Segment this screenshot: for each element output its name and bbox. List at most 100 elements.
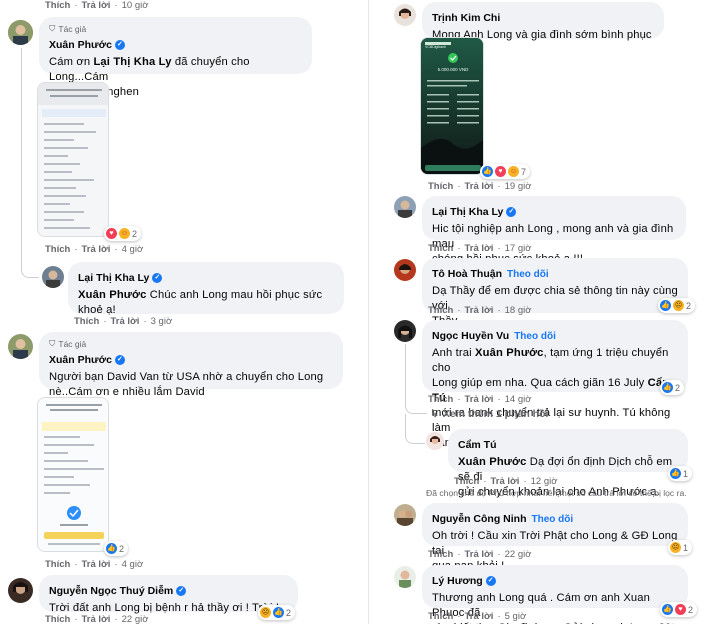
author-badge-icon: ⛉ bbox=[49, 338, 56, 348]
filter-notice: Đã chọn chế độ Phù hợp nhất nên một số c… bbox=[426, 488, 687, 498]
reaction-summary[interactable]: 👍 ♥ 2 bbox=[660, 602, 698, 617]
avatar[interactable] bbox=[8, 578, 33, 603]
commenter-name[interactable]: Xuân Phước ✓ bbox=[49, 354, 125, 366]
like-link[interactable]: Thích bbox=[428, 181, 453, 192]
like-link[interactable]: Thích bbox=[45, 244, 70, 255]
reply-link[interactable]: Trả lời bbox=[82, 559, 111, 570]
commenter-name[interactable]: Lại Thị Kha Ly ✓ bbox=[78, 272, 163, 284]
thread-line bbox=[405, 414, 425, 444]
comment-text: Xuân Phước Chúc anh Long mau hồi phục sứ… bbox=[78, 289, 323, 316]
mention-link[interactable]: Xuân Phước bbox=[475, 347, 544, 359]
commenter-name[interactable]: Lại Thị Kha Ly ✓ bbox=[432, 206, 517, 218]
comment-time[interactable]: 14 giờ bbox=[505, 394, 532, 405]
commenter-name[interactable]: Cẩm Tú bbox=[458, 439, 497, 451]
reaction-summary[interactable]: 👍 1 bbox=[668, 466, 693, 481]
transfer-screenshot-image[interactable] bbox=[37, 82, 109, 237]
avatar[interactable] bbox=[394, 504, 416, 526]
reply-link[interactable]: Trả lời bbox=[465, 305, 494, 316]
like-link[interactable]: Thích bbox=[45, 614, 70, 624]
follow-button[interactable]: Theo dõi bbox=[514, 331, 556, 342]
commenter-name[interactable]: Xuân Phước ✓ bbox=[49, 39, 125, 51]
avatar[interactable] bbox=[394, 566, 416, 588]
receipt-amount: 5.000.000 VND bbox=[438, 67, 470, 72]
mention-link[interactable]: Xuân Phước bbox=[78, 289, 147, 301]
comment-time[interactable]: 4 giờ bbox=[122, 244, 144, 255]
avatar[interactable] bbox=[394, 4, 416, 26]
reaction-summary[interactable]: 👍 ☹ 2 bbox=[658, 298, 696, 313]
bank-receipt-image[interactable]: 5.000.000 VND VCBDigibank bbox=[420, 37, 484, 175]
like-link[interactable]: Thích bbox=[454, 476, 479, 487]
commenter-name[interactable]: Trịnh Kim Chi bbox=[432, 12, 500, 24]
comment-time[interactable]: 3 giờ bbox=[151, 316, 173, 327]
author-badge-icon: ⛉ bbox=[49, 23, 56, 33]
avatar[interactable] bbox=[42, 266, 64, 288]
like-link[interactable]: Thích bbox=[45, 0, 70, 11]
reaction-summary[interactable]: ☹ 👍 2 bbox=[258, 605, 296, 620]
mention-link[interactable]: Lại Thị Kha Ly bbox=[93, 56, 171, 68]
follow-button[interactable]: Theo dõi bbox=[532, 514, 574, 525]
comment-actions: Thích · Trả lời · 4 giờ bbox=[45, 559, 144, 570]
thread-line bbox=[405, 344, 427, 414]
comment-time[interactable]: 19 giờ bbox=[505, 181, 532, 192]
reply-link[interactable]: Trả lời bbox=[465, 394, 494, 405]
reply-link[interactable]: Trả lời bbox=[465, 243, 494, 254]
follow-button[interactable]: Theo dõi bbox=[507, 269, 549, 280]
comment-time[interactable]: 4 giờ bbox=[122, 559, 144, 570]
reply-link[interactable]: Trả lời bbox=[491, 476, 520, 487]
like-link[interactable]: Thích bbox=[428, 305, 453, 316]
comment-text: Người bạn David Van từ USA nhờ a chuyển … bbox=[49, 371, 324, 398]
comment-time[interactable]: 22 giờ bbox=[505, 549, 532, 560]
reply-link[interactable]: Trả lời bbox=[82, 0, 111, 11]
comment-time[interactable]: 12 giờ bbox=[531, 476, 558, 487]
reply-link[interactable]: Trả lời bbox=[465, 181, 494, 192]
like-link[interactable]: Thích bbox=[74, 316, 99, 327]
reply-link[interactable]: Trả lời bbox=[465, 611, 494, 622]
transfer-screenshot-image[interactable] bbox=[37, 397, 109, 552]
avatar[interactable] bbox=[8, 20, 33, 45]
reply-link[interactable]: Trả lời bbox=[82, 614, 111, 624]
like-link[interactable]: Thích bbox=[428, 394, 453, 405]
reaction-summary[interactable]: 👍 2 bbox=[104, 541, 129, 556]
author-badge: ⛉ Tác giả bbox=[49, 338, 87, 349]
avatar[interactable] bbox=[394, 320, 416, 342]
reply-link[interactable]: Trả lời bbox=[465, 549, 494, 560]
verified-icon: ✓ bbox=[485, 576, 496, 586]
reaction-summary[interactable]: ♥ ☺ 2 bbox=[104, 226, 142, 241]
reaction-summary[interactable]: 👍 ♥ ☺ 7 bbox=[480, 164, 531, 179]
like-link[interactable]: Thích bbox=[428, 611, 453, 622]
sad-icon: ☹ bbox=[673, 300, 684, 311]
comment-time[interactable]: 17 giờ bbox=[505, 243, 532, 254]
receipt-brand: VCBDigibank bbox=[425, 45, 446, 49]
like-link[interactable]: Thích bbox=[428, 243, 453, 254]
comment-time[interactable]: 5 giờ bbox=[505, 611, 527, 622]
commenter-name[interactable]: Ngọc Huyền Vu Theo dõi bbox=[432, 330, 556, 342]
reaction-summary[interactable]: 👍 2 bbox=[660, 380, 685, 395]
comment-time[interactable]: 22 giờ bbox=[122, 614, 149, 624]
avatar[interactable] bbox=[8, 334, 33, 359]
author-badge: ⛉ Tác giả bbox=[49, 23, 87, 34]
care-icon: ☺ bbox=[508, 166, 519, 177]
commenter-name[interactable]: Tô Hoà Thuận Theo dõi bbox=[432, 268, 549, 280]
avatar[interactable] bbox=[394, 196, 416, 218]
heart-icon: ♥ bbox=[106, 228, 117, 239]
comment-bubble: Cẩm Tú Xuân Phước Dạ đợi ổn định Dịch ch… bbox=[448, 429, 688, 498]
commenter-name[interactable]: Lý Hương ✓ bbox=[432, 575, 496, 587]
like-link[interactable]: Thích bbox=[45, 559, 70, 570]
reply-link[interactable]: Trả lời bbox=[82, 244, 111, 255]
commenter-name[interactable]: Nguyễn Công Ninh Theo dõi bbox=[432, 513, 573, 525]
comment-time[interactable]: 10 giờ bbox=[122, 0, 149, 11]
heart-icon: ♥ bbox=[675, 604, 686, 615]
sad-icon: ☹ bbox=[670, 542, 681, 553]
like-icon: 👍 bbox=[662, 604, 673, 615]
commenter-name[interactable]: Nguyễn Ngọc Thuý Diễm ✓ bbox=[49, 585, 187, 597]
comment-actions: Thích · Trả lời · 22 giờ bbox=[428, 549, 532, 560]
comment-actions: Thích · Trả lời · 3 giờ bbox=[74, 316, 173, 327]
avatar[interactable] bbox=[426, 432, 444, 450]
reaction-summary[interactable]: ☹ 1 bbox=[668, 540, 693, 555]
avatar[interactable] bbox=[394, 259, 416, 281]
reply-link[interactable]: Trả lời bbox=[111, 316, 140, 327]
like-link[interactable]: Thích bbox=[428, 549, 453, 560]
comment-time[interactable]: 18 giờ bbox=[505, 305, 532, 316]
mention-link[interactable]: Xuân Phước bbox=[458, 456, 527, 468]
view-more-replies[interactable]: ↳ Xem thêm 1 phản hồi bbox=[430, 408, 548, 420]
